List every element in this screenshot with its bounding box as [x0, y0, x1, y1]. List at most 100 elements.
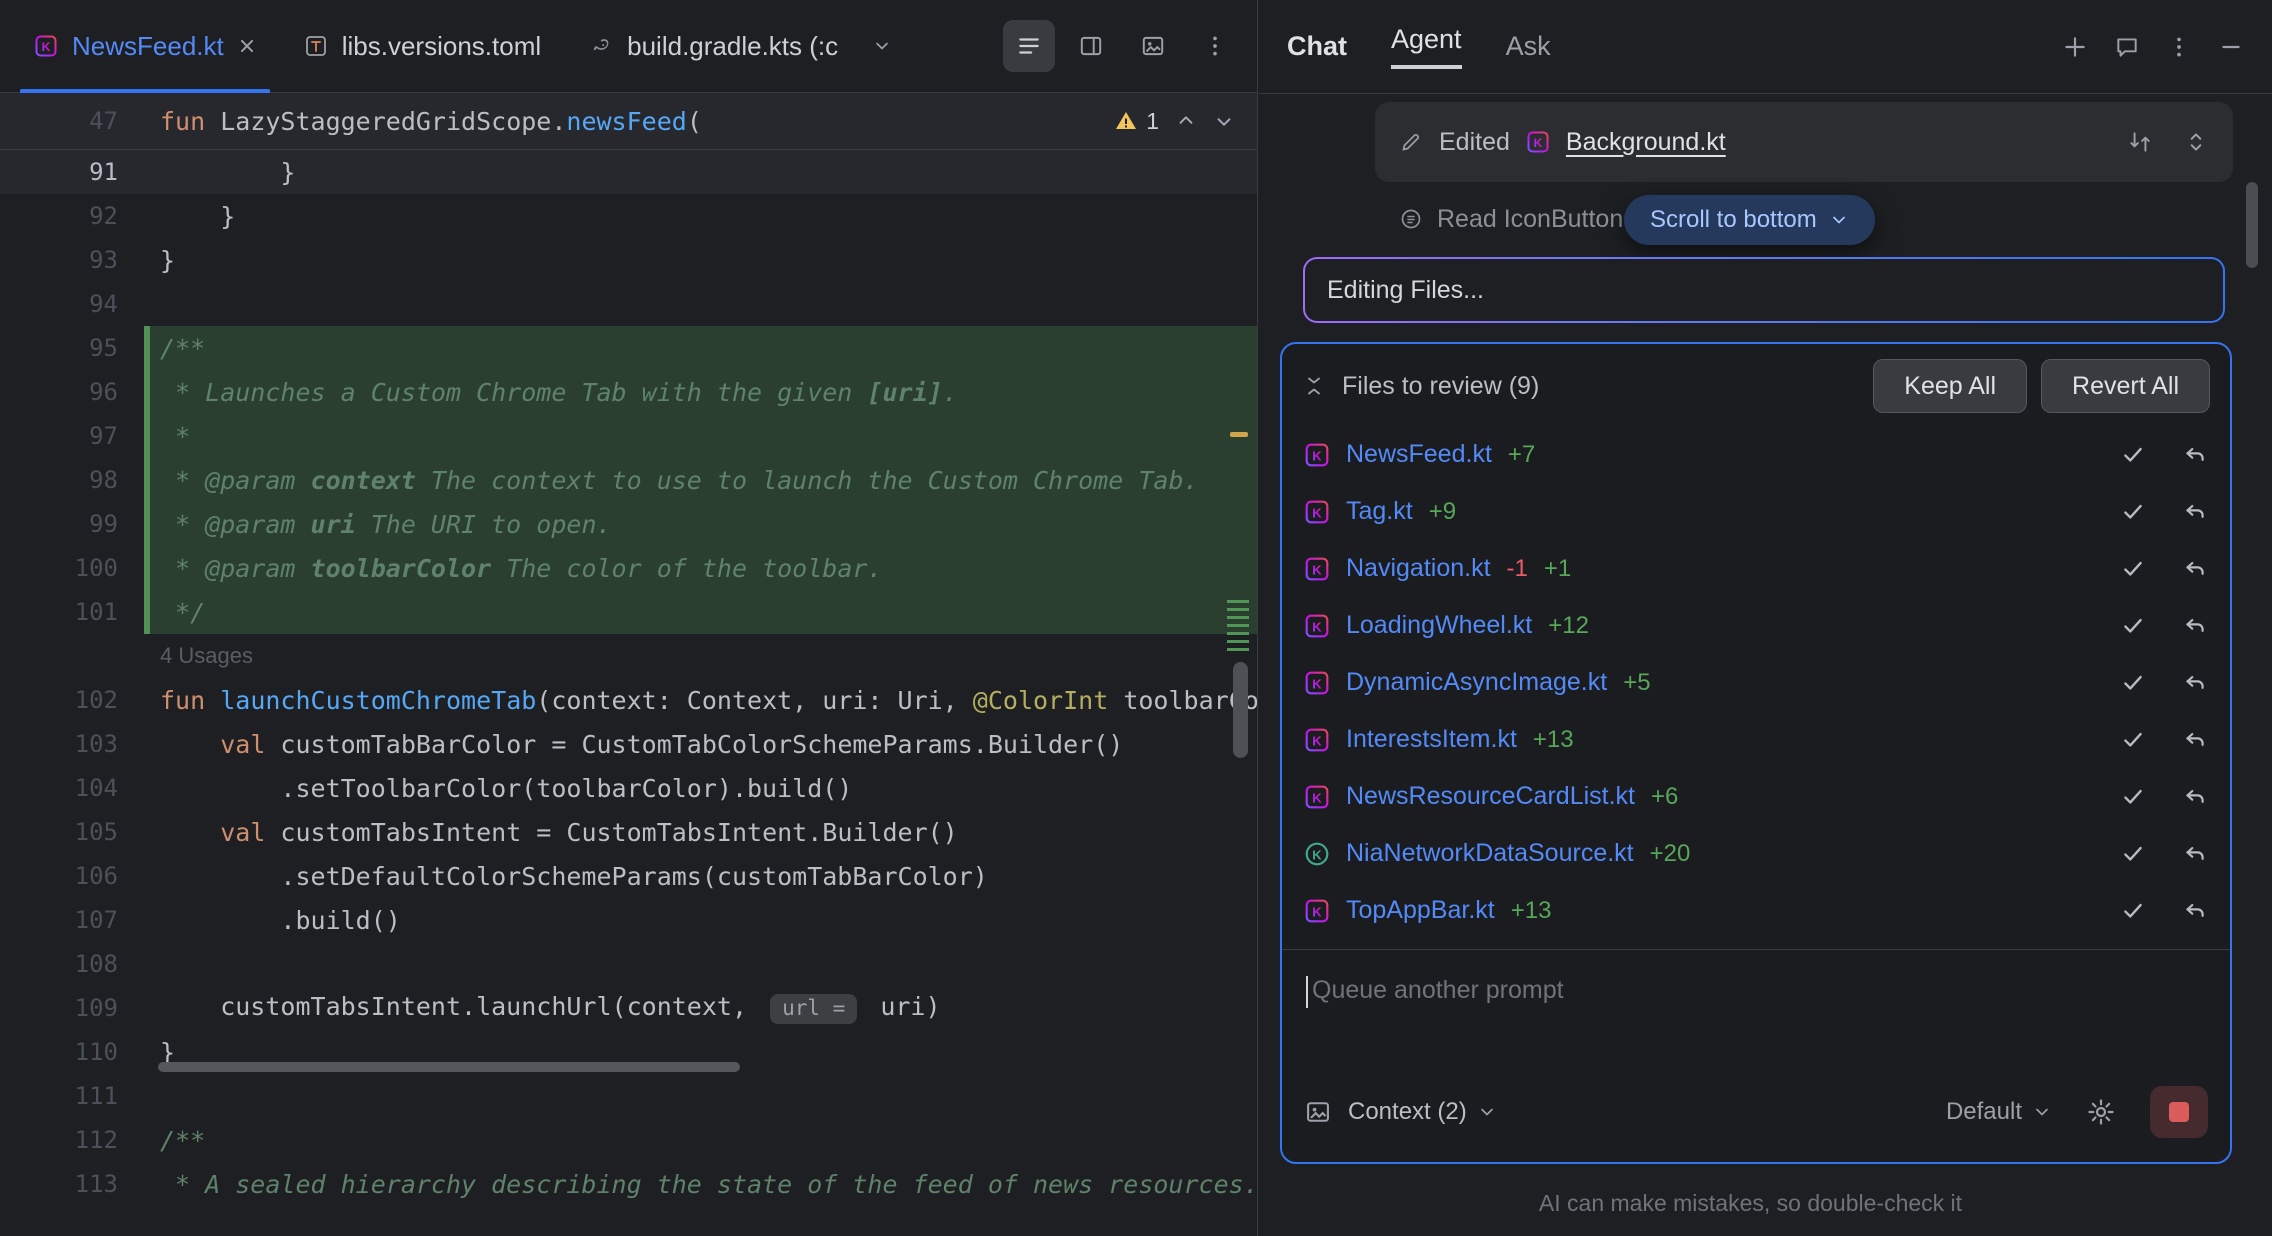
context-selector[interactable]: Context (2) — [1348, 1098, 1497, 1126]
minimize-icon[interactable] — [2218, 34, 2244, 60]
file-link[interactable]: Tag.kt — [1346, 497, 1413, 526]
accept-file-button[interactable] — [2120, 898, 2146, 924]
line-number[interactable]: 94 — [0, 290, 144, 318]
sticky-code-line[interactable]: 47 fun LazyStaggeredGridScope.newsFeed( … — [0, 93, 1257, 150]
revert-file-button[interactable] — [2182, 898, 2208, 924]
accept-file-button[interactable] — [2120, 613, 2146, 639]
file-link[interactable]: TopAppBar.kt — [1346, 896, 1495, 925]
new-chat-icon[interactable] — [2062, 34, 2088, 60]
editor-line[interactable]: 113 * A sealed hierarchy describing the … — [0, 1162, 1257, 1206]
editor-line[interactable]: 101 */ — [0, 590, 1257, 634]
tab-list-dropdown[interactable] — [862, 0, 902, 92]
scroll-to-bottom-button[interactable]: Scroll to bottom — [1624, 195, 1875, 245]
editor-line[interactable]: 95/** — [0, 326, 1257, 370]
line-number[interactable]: 101 — [0, 598, 144, 626]
tab-build-gradle[interactable]: build.gradle.kts (:c — [565, 0, 862, 92]
file-link[interactable]: DynamicAsyncImage.kt — [1346, 668, 1607, 697]
file-link[interactable]: Navigation.kt — [1346, 554, 1491, 583]
file-link[interactable]: InterestsItem.kt — [1346, 725, 1517, 754]
editor-line[interactable]: 93} — [0, 238, 1257, 282]
keep-all-button[interactable]: Keep All — [1873, 359, 2027, 413]
revert-file-button[interactable] — [2182, 556, 2208, 582]
line-number[interactable]: 106 — [0, 862, 144, 890]
line-number[interactable]: 108 — [0, 950, 144, 978]
chat-more-options-icon[interactable] — [2166, 34, 2192, 60]
next-problem-icon[interactable] — [1213, 110, 1235, 132]
accept-file-button[interactable] — [2120, 442, 2146, 468]
split-editor-button[interactable] — [1065, 20, 1117, 72]
revert-file-button[interactable] — [2182, 784, 2208, 810]
line-number[interactable]: 105 — [0, 818, 144, 846]
close-icon[interactable] — [238, 37, 256, 55]
editor-line[interactable]: 97 * — [0, 414, 1257, 458]
line-number[interactable]: 111 — [0, 1082, 144, 1110]
line-number[interactable]: 109 — [0, 994, 144, 1022]
editor-line[interactable]: 107 .build() — [0, 898, 1257, 942]
settings-button[interactable] — [2086, 1097, 2116, 1127]
line-number[interactable]: 110 — [0, 1038, 144, 1066]
editor-line[interactable]: 108 — [0, 942, 1257, 986]
revert-file-button[interactable] — [2182, 613, 2208, 639]
editor-line[interactable]: 103 val customTabBarColor = CustomTabCol… — [0, 722, 1257, 766]
line-number[interactable]: 102 — [0, 686, 144, 714]
revert-file-button[interactable] — [2182, 841, 2208, 867]
revert-file-button[interactable] — [2182, 727, 2208, 753]
line-number[interactable]: 92 — [0, 202, 144, 230]
line-number[interactable]: 91 — [0, 158, 144, 186]
revert-file-button[interactable] — [2182, 442, 2208, 468]
editor-line[interactable]: 92 } — [0, 194, 1257, 238]
accept-file-button[interactable] — [2120, 499, 2146, 525]
revert-all-button[interactable]: Revert All — [2041, 359, 2210, 413]
collapse-icon[interactable] — [1302, 374, 1326, 398]
file-link[interactable]: NiaNetworkDataSource.kt — [1346, 839, 1634, 868]
reader-mode-button[interactable] — [1003, 20, 1055, 72]
line-number[interactable]: 97 — [0, 422, 144, 450]
editor-vertical-scrollbar[interactable] — [1233, 662, 1248, 758]
line-number[interactable]: 98 — [0, 466, 144, 494]
chat-scrollbar[interactable] — [2246, 182, 2258, 268]
editor-line[interactable]: 91 } — [0, 150, 1257, 194]
line-number[interactable]: 93 — [0, 246, 144, 274]
line-number[interactable]: 100 — [0, 554, 144, 582]
previous-problem-icon[interactable] — [1175, 110, 1197, 132]
tab-ask[interactable]: Ask — [1506, 31, 1551, 62]
line-number[interactable]: 96 — [0, 378, 144, 406]
file-link[interactable]: LoadingWheel.kt — [1346, 611, 1532, 640]
editor-line[interactable]: 94 — [0, 282, 1257, 326]
preview-image-button[interactable] — [1127, 20, 1179, 72]
line-number[interactable]: 107 — [0, 906, 144, 934]
tab-libs-versions-toml[interactable]: libs.versions.toml — [280, 0, 565, 92]
line-number[interactable]: 95 — [0, 334, 144, 362]
editor-line[interactable]: 112/** — [0, 1118, 1257, 1162]
editor-line[interactable]: 111 — [0, 1074, 1257, 1118]
editor-line[interactable]: 100 * @param toolbarColor The color of t… — [0, 546, 1257, 590]
usages-inlay-hint[interactable]: 4 Usages — [0, 634, 1257, 678]
file-link[interactable]: NewsResourceCardList.kt — [1346, 782, 1635, 811]
accept-file-button[interactable] — [2120, 727, 2146, 753]
model-selector[interactable]: Default — [1946, 1098, 2052, 1126]
editor-line[interactable]: 104 .setToolbarColor(toolbarColor).build… — [0, 766, 1257, 810]
accept-file-button[interactable] — [2120, 556, 2146, 582]
line-number[interactable]: 103 — [0, 730, 144, 758]
accept-file-button[interactable] — [2120, 841, 2146, 867]
revert-file-button[interactable] — [2182, 670, 2208, 696]
tab-agent[interactable]: Agent — [1391, 24, 1462, 69]
diff-icon[interactable] — [2127, 129, 2153, 155]
expand-icon[interactable] — [2183, 129, 2209, 155]
editor-line[interactable]: 96 * Launches a Custom Chrome Tab with t… — [0, 370, 1257, 414]
warning-badge[interactable]: 1 — [1114, 108, 1159, 135]
editor-line[interactable]: 109 customTabsIntent.launchUrl(context, … — [0, 986, 1257, 1030]
accept-file-button[interactable] — [2120, 784, 2146, 810]
editor-line[interactable]: 106 .setDefaultColorSchemeParams(customT… — [0, 854, 1257, 898]
line-number[interactable]: 112 — [0, 1126, 144, 1154]
attach-image-icon[interactable] — [1304, 1098, 1332, 1126]
editor-horizontal-scrollbar[interactable] — [158, 1062, 740, 1072]
editor-line[interactable]: 105 val customTabsIntent = CustomTabsInt… — [0, 810, 1257, 854]
line-number[interactable]: 104 — [0, 774, 144, 802]
stop-button[interactable] — [2150, 1086, 2208, 1138]
revert-file-button[interactable] — [2182, 499, 2208, 525]
editor-line[interactable]: 98 * @param context The context to use t… — [0, 458, 1257, 502]
chat-history-icon[interactable] — [2114, 34, 2140, 60]
file-link[interactable]: NewsFeed.kt — [1346, 440, 1492, 469]
tab-newsfeed[interactable]: K NewsFeed.kt — [10, 0, 280, 92]
